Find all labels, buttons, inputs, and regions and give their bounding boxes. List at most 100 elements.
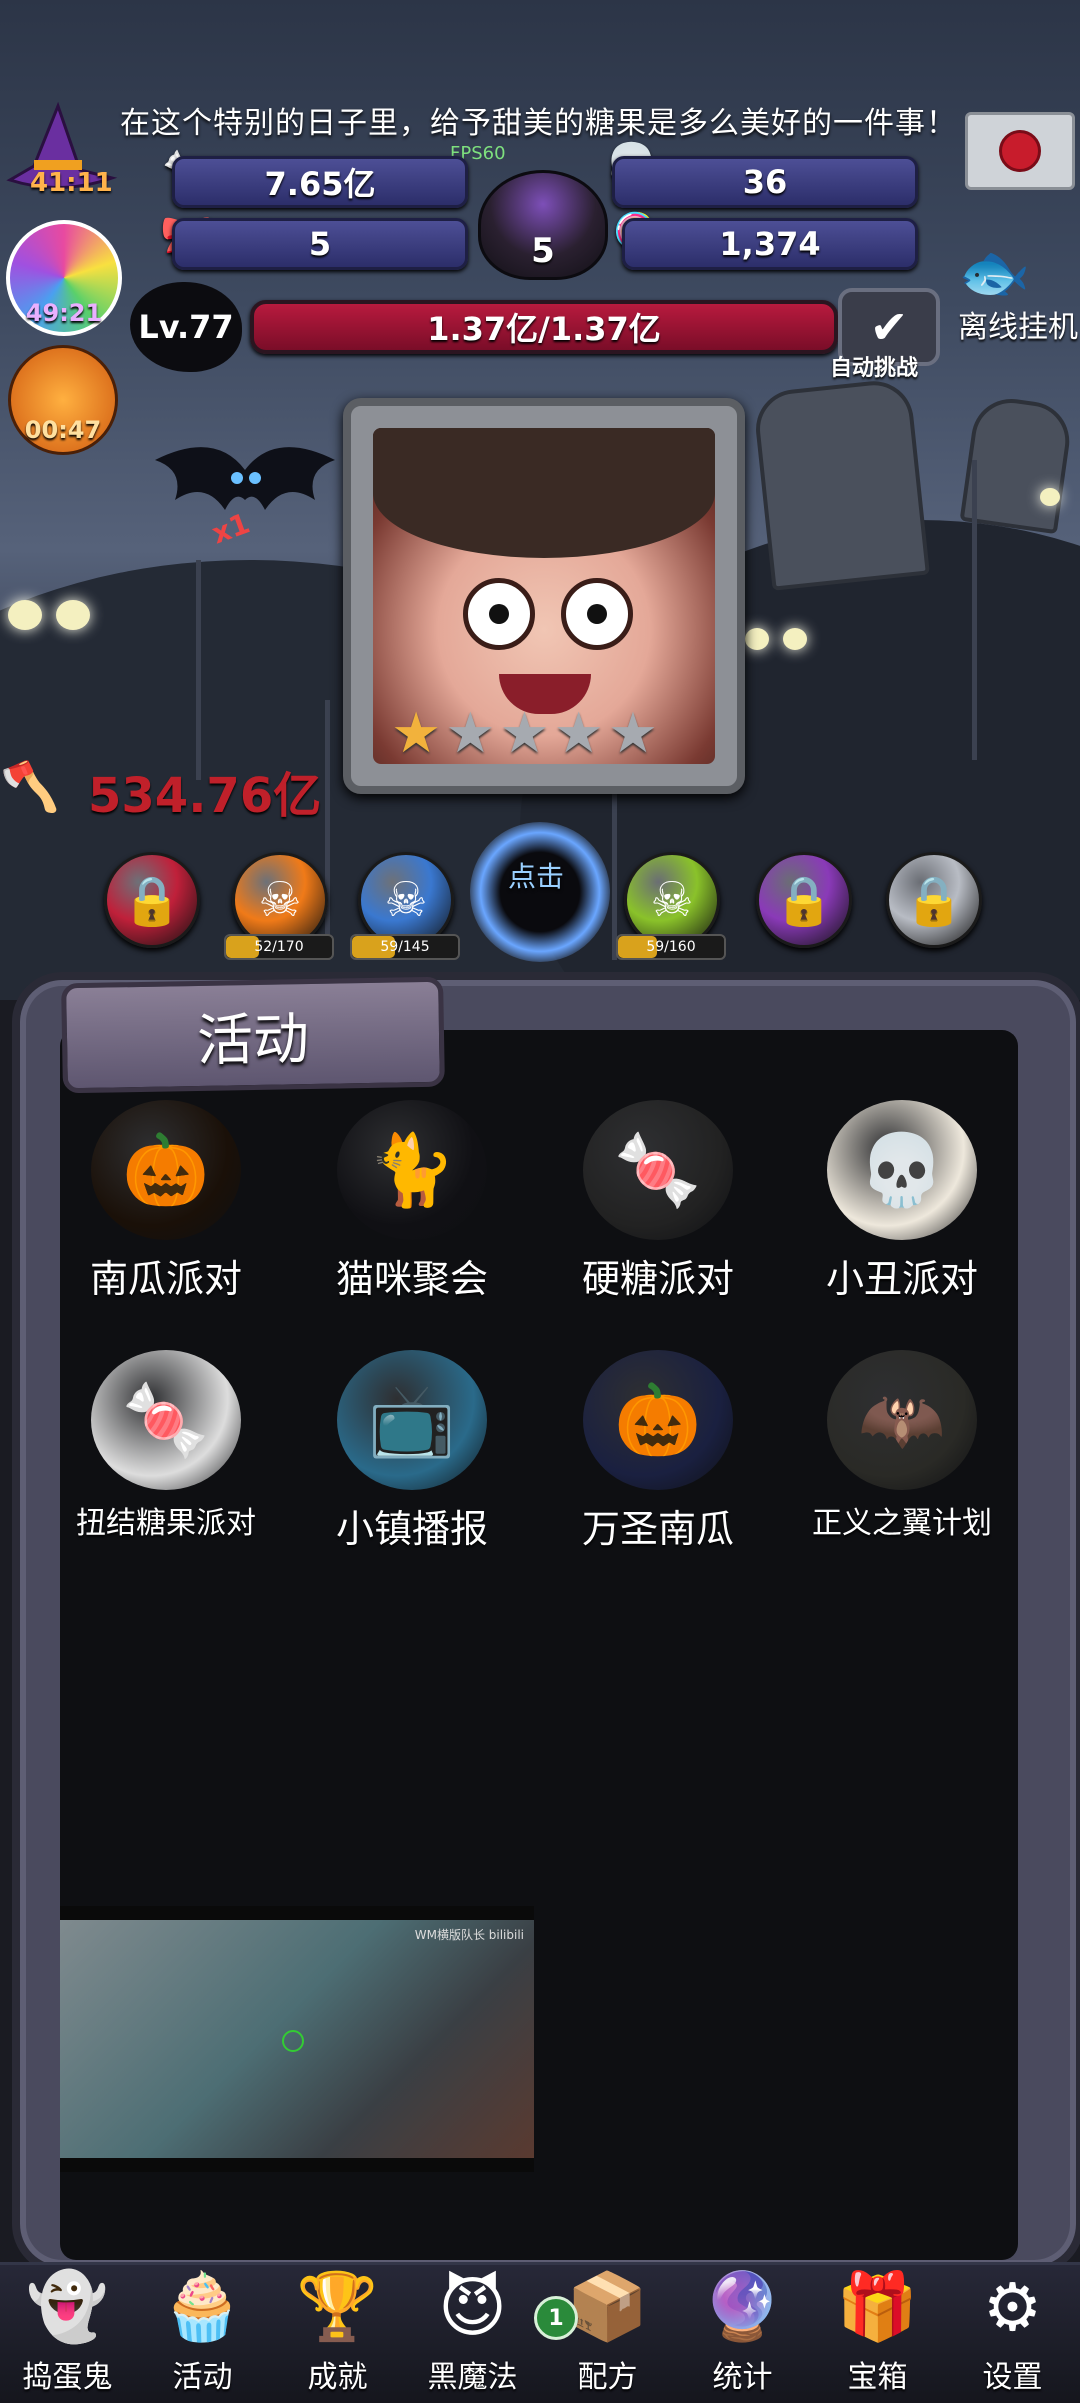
nav-item[interactable]: 🎁 宝箱 — [810, 2262, 945, 2400]
activity-item[interactable]: 📺 小镇播报 — [289, 1350, 535, 1553]
activity-item[interactable]: 🦇 正义之翼计划 — [779, 1350, 1025, 1542]
nav-label: 成就 — [307, 2360, 368, 2395]
boss-star-rating: ★ ★ ★ ★ ★ — [391, 706, 658, 762]
click-label: 点击 — [508, 860, 565, 893]
boss-hair — [373, 428, 715, 558]
nav-icon: 👻 — [26, 2268, 109, 2345]
fish-bone-icon[interactable]: 🐟 — [958, 238, 1030, 307]
tombstone — [752, 377, 930, 591]
skull-count: 36 — [612, 156, 918, 208]
hat-timer: 41:11 — [30, 168, 113, 198]
progress-text: 52/170 — [254, 939, 304, 955]
nav-item[interactable]: 🔮 统计 — [675, 2262, 810, 2400]
nav-icon: 🔮 — [701, 2268, 784, 2345]
fence-pole — [972, 460, 977, 760]
nav-icon: 🧁 — [161, 2268, 244, 2345]
activity-label: 小镇播报 — [335, 1507, 488, 1551]
bow-count: 5 — [172, 218, 468, 270]
activity-item[interactable]: 🐈 猫咪聚会 — [289, 1100, 535, 1303]
auto-challenge-label: 自动挑战 — [830, 356, 919, 381]
nav-label: 配方 — [577, 2360, 638, 2395]
boss-hp-bar: 1.37亿/1.37亿 — [250, 300, 838, 354]
boss-eye — [463, 578, 535, 650]
boss-eye — [561, 578, 633, 650]
boss-portrait-frame[interactable]: ★ ★ ★ ★ ★ — [343, 398, 745, 794]
lollipop-timer: 49:21 — [25, 299, 103, 327]
activity-item[interactable]: 🎃 南瓜派对 — [43, 1100, 289, 1303]
offline-idle-label[interactable]: 离线挂机 — [958, 302, 1078, 346]
nav-icon: 🏆 — [296, 2268, 379, 2345]
nav-icon: 🎁 — [836, 2268, 919, 2345]
star-icon: ★ — [553, 701, 604, 766]
skull-icon: ☠ — [384, 872, 428, 928]
banner-message: 在这个特别的日子里，给予甜美的糖果是多么美好的一件事！ — [120, 106, 957, 141]
progress-text: 59/145 — [380, 939, 430, 955]
skull-icon: ☠ — [650, 872, 694, 928]
pumpkin-timer: 00:47 — [24, 416, 102, 444]
activity-label: 万圣南瓜 — [581, 1507, 734, 1551]
tv-icon: 📺 — [337, 1350, 487, 1490]
nav-label: 统计 — [712, 2360, 773, 2395]
monster-progress: 59/145 — [350, 934, 460, 960]
candy-total: 7.65亿 — [172, 156, 468, 208]
glowing-eyes — [745, 628, 821, 654]
wax-seal-icon — [999, 130, 1041, 172]
axe-icon: 🪓 — [0, 759, 60, 815]
jack-o-lantern-icon: 🎃 — [583, 1350, 733, 1490]
lollipop-button[interactable]: 49:21 — [6, 220, 122, 336]
glowing-eyes — [8, 600, 104, 634]
fence-pole — [325, 700, 330, 960]
locked-monster-button[interactable]: 🔒 — [756, 852, 852, 948]
lock-icon: 🔒 — [122, 872, 182, 929]
cauldron-count: 5 — [531, 231, 555, 271]
monster-progress: 59/160 — [616, 934, 726, 960]
star-icon: ★ — [445, 701, 496, 766]
star-icon: ★ — [499, 701, 550, 766]
activity-item[interactable]: 🍬 扭结糖果派对 — [43, 1350, 289, 1542]
locked-monster-button[interactable]: 🔒 — [104, 852, 200, 948]
activity-item[interactable]: 🍬 硬糖派对 — [535, 1100, 781, 1303]
nav-label: 捣蛋鬼 — [22, 2360, 113, 2395]
activity-item[interactable]: 💀 小丑派对 — [779, 1100, 1025, 1303]
activity-label: 扭结糖果派对 — [76, 1506, 256, 1541]
activity-label: 猫咪聚会 — [335, 1257, 488, 1301]
nav-item[interactable]: 🏆 成就 — [270, 2262, 405, 2400]
candy-corn-count: 1,374 — [622, 218, 918, 270]
damage-value: 534.76亿 — [88, 768, 322, 824]
nav-label: 设置 — [982, 2360, 1043, 2395]
recipe-badge: 1 — [534, 2296, 578, 2340]
pumpkin-button[interactable]: 00:47 — [8, 345, 118, 455]
nav-icon: 😈 — [438, 2268, 507, 2346]
floating-video-player[interactable]: WM横版队长 bilibili — [60, 1906, 534, 2172]
video-watermark: WM横版队长 bilibili — [414, 1928, 524, 1942]
hard-candy-icon: 🍬 — [583, 1100, 733, 1240]
lock-icon: 🔒 — [904, 872, 964, 929]
monster-progress: 52/170 — [224, 934, 334, 960]
nav-item[interactable]: 😈 黑魔法 — [405, 2262, 540, 2400]
skull-lollipop-icon: 💀 — [827, 1100, 977, 1240]
lock-icon: 🔒 — [774, 872, 834, 929]
black-cat-icon: 🐈 — [337, 1100, 487, 1240]
nav-label: 宝箱 — [847, 2360, 908, 2395]
striped-candy-icon: 🍬 — [91, 1350, 241, 1490]
star-icon: ★ — [391, 701, 442, 766]
nav-label: 黑魔法 — [427, 2360, 518, 2395]
winged-jar-icon: 🦇 — [827, 1350, 977, 1490]
fence-pole — [612, 780, 617, 960]
nav-icon: ⚙ — [982, 2268, 1043, 2346]
activity-item[interactable]: 🎃 万圣南瓜 — [535, 1350, 781, 1553]
activity-label: 南瓜派对 — [89, 1257, 242, 1301]
crosshair-icon — [282, 2030, 304, 2052]
activity-label: 小丑派对 — [825, 1257, 978, 1301]
nav-item[interactable]: ⚙ 设置 — [945, 2262, 1080, 2400]
locked-monster-button[interactable]: 🔒 — [886, 852, 982, 948]
mail-button[interactable] — [965, 112, 1075, 190]
activity-label: 正义之翼计划 — [812, 1506, 992, 1541]
pumpkin-lollipop-icon: 🎃 — [91, 1100, 241, 1240]
check-icon: ✔ — [869, 300, 909, 354]
nav-item[interactable]: 🧁 活动 — [135, 2262, 270, 2400]
nav-item[interactable]: 👻 捣蛋鬼 — [0, 2262, 135, 2400]
nav-label: 活动 — [172, 2360, 233, 2395]
cauldron-button[interactable]: 5 — [478, 170, 608, 280]
fence-pole — [196, 560, 201, 780]
